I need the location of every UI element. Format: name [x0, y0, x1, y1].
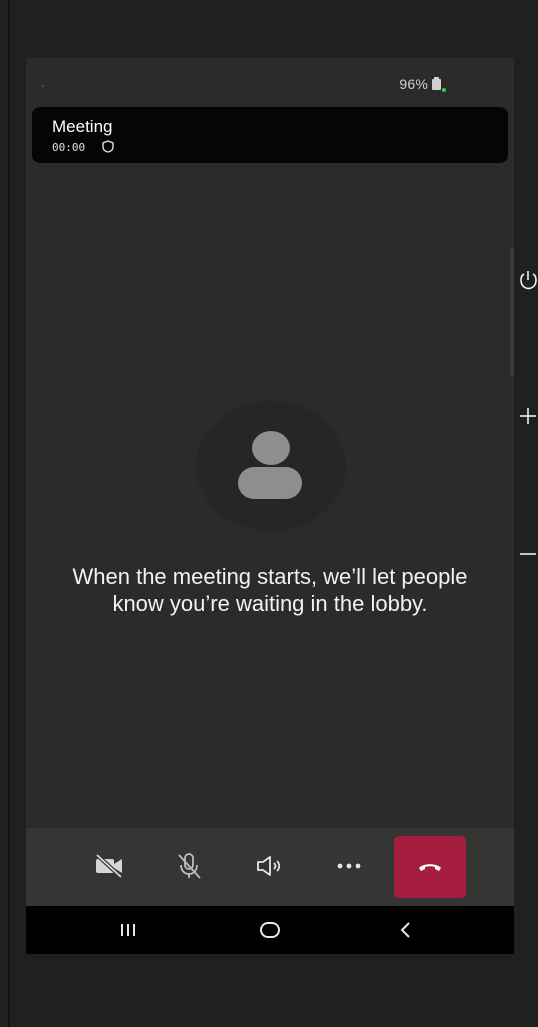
- home-button[interactable]: [250, 914, 290, 946]
- phone-hangup-icon: [419, 864, 441, 871]
- video-off-icon: [95, 853, 123, 879]
- phone-screen: 96% Meeting 00:00 When the meeting start…: [26, 58, 514, 954]
- device-frame: 96% Meeting 00:00 When the meeting start…: [0, 0, 538, 1027]
- mic-off-icon: [178, 853, 201, 879]
- minus-icon: [520, 553, 536, 555]
- person-body-shape: [238, 467, 302, 499]
- recent-apps-button[interactable]: [108, 914, 148, 946]
- meeting-title: Meeting: [52, 117, 113, 136]
- back-icon: [400, 922, 410, 938]
- battery-percent: 96%: [399, 76, 428, 92]
- emulator-side-rail: [510, 248, 514, 376]
- active-indicator-icon: [442, 88, 446, 92]
- battery-charging-icon: [432, 77, 441, 90]
- volume-down-button[interactable]: [516, 542, 538, 566]
- device-edge: [8, 0, 10, 1027]
- recent-apps-icon: [121, 924, 135, 936]
- camera-toggle-button[interactable]: [85, 842, 133, 890]
- volume-up-button[interactable]: [516, 404, 538, 428]
- system-nav-bar: [26, 906, 514, 954]
- status-bar: 96%: [26, 58, 514, 104]
- more-options-button[interactable]: [325, 842, 373, 890]
- meeting-timer: 00:00: [52, 141, 86, 154]
- speaker-button[interactable]: [245, 842, 293, 890]
- back-button[interactable]: [386, 914, 426, 946]
- call-controls-bar: [26, 828, 514, 906]
- power-button[interactable]: [516, 268, 538, 292]
- plus-icon: [520, 408, 536, 424]
- person-icon: [252, 431, 290, 465]
- speaker-icon: [257, 856, 281, 876]
- meeting-header[interactable]: Meeting 00:00: [32, 107, 508, 163]
- lobby-message: When the meeting starts, we’ll let peopl…: [72, 564, 468, 616]
- mic-toggle-button[interactable]: [165, 842, 213, 890]
- status-indicator-dot: [42, 85, 44, 87]
- hang-up-button[interactable]: [394, 836, 466, 898]
- avatar: [196, 401, 346, 531]
- more-horizontal-icon: [337, 863, 361, 869]
- home-icon: [260, 922, 280, 938]
- power-icon: [520, 271, 537, 290]
- shield-icon: [102, 140, 114, 153]
